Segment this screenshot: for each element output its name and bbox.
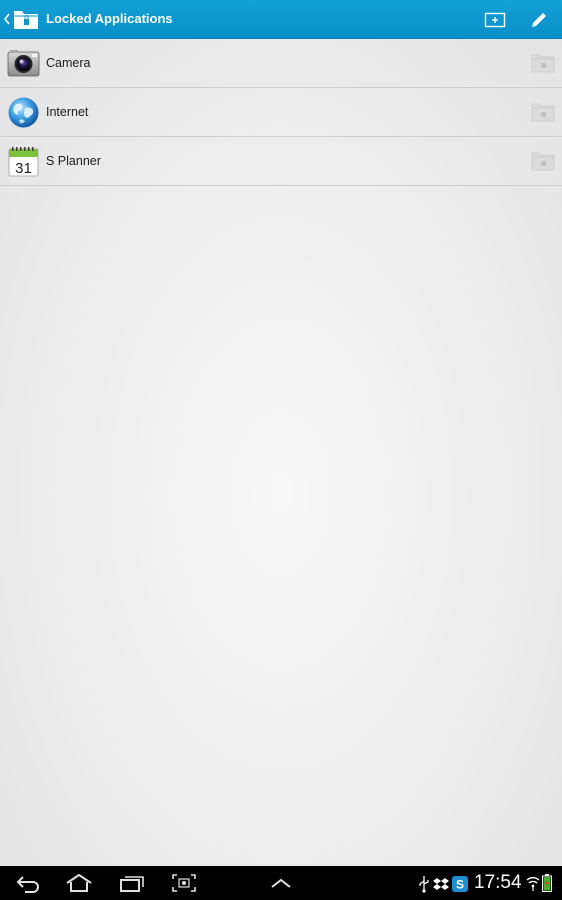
app-label: Camera: [46, 56, 91, 70]
system-bar: S 17:54: [0, 866, 562, 900]
notification-icons[interactable]: S: [418, 874, 468, 894]
add-window-icon: [484, 12, 506, 28]
lock-folder-icon[interactable]: [13, 8, 39, 30]
status-clock: 17:54: [474, 872, 522, 893]
app-label: Internet: [46, 105, 89, 119]
list-item-s-planner[interactable]: 31 S Planner: [0, 137, 562, 186]
action-bar: Locked Applications: [0, 0, 562, 39]
expand-button[interactable]: [266, 870, 296, 896]
battery-icon: [542, 874, 552, 892]
svg-text:S: S: [456, 878, 464, 892]
usb-icon: [419, 876, 429, 893]
app-label: S Planner: [46, 154, 101, 168]
content-area: Camera Internet 31 S Planner: [0, 39, 562, 866]
locked-app-list: Camera Internet 31 S Planner: [0, 39, 562, 186]
page-title: Locked Applications: [46, 11, 173, 26]
lock-folder-icon[interactable]: [531, 102, 555, 122]
list-item-internet[interactable]: Internet: [0, 88, 562, 137]
camera-app-icon: [7, 50, 40, 77]
pencil-icon: [532, 13, 546, 27]
recent-apps-button[interactable]: [116, 870, 148, 896]
list-item-camera[interactable]: Camera: [0, 39, 562, 88]
chevron-up-icon: [271, 878, 291, 888]
back-icon: [16, 876, 39, 893]
up-caret-icon[interactable]: [3, 12, 11, 26]
system-status-icons[interactable]: [526, 873, 552, 893]
calendar-day-text: 31: [15, 160, 32, 177]
back-button[interactable]: [12, 870, 44, 896]
dropbox-icon: [433, 878, 449, 890]
wifi-icon: [526, 877, 540, 891]
calendar-app-icon: 31: [8, 147, 39, 177]
home-button[interactable]: [62, 870, 96, 896]
lock-folder-icon[interactable]: [531, 151, 555, 171]
home-icon: [66, 873, 92, 892]
lock-folder-icon[interactable]: [531, 53, 555, 73]
screenshot-icon: [172, 874, 196, 892]
skype-icon: S: [452, 876, 468, 892]
edit-button[interactable]: [522, 6, 556, 34]
add-app-button[interactable]: [478, 6, 512, 34]
screenshot-button[interactable]: [168, 870, 200, 896]
recent-apps-icon: [120, 876, 144, 892]
globe-app-icon: [8, 97, 39, 128]
